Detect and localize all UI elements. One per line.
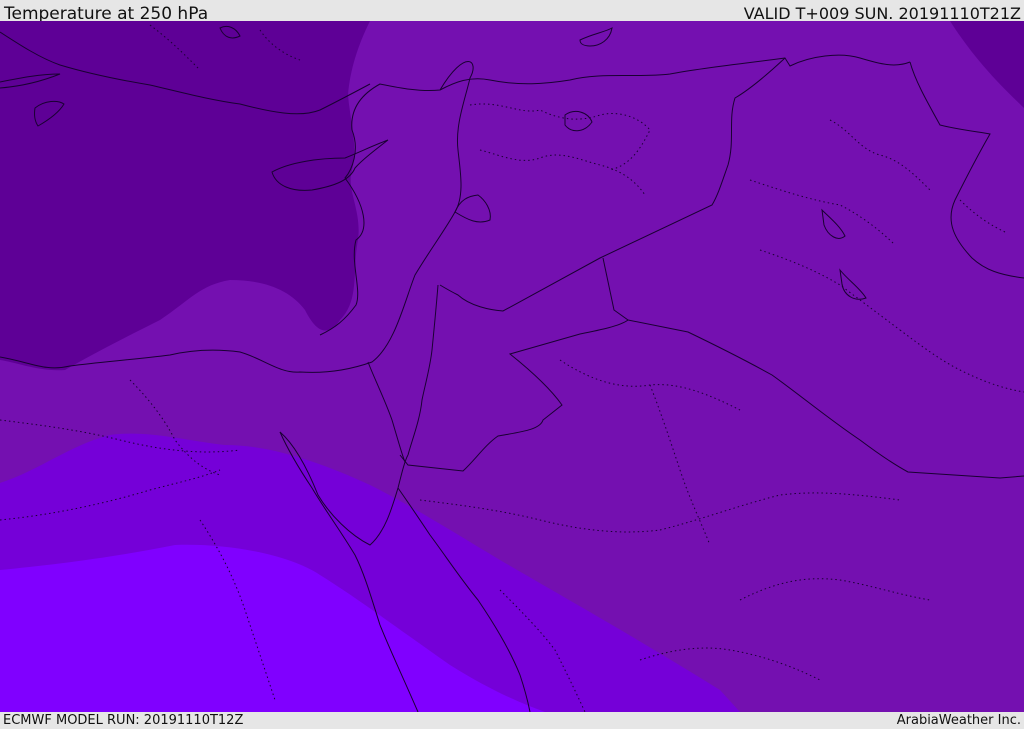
credit-label: ArabiaWeather Inc. bbox=[896, 713, 1021, 728]
model-run-label: ECMWF MODEL RUN: 20191110T12Z bbox=[3, 713, 244, 728]
header-bar: Temperature at 250 hPa VALID T+009 SUN. … bbox=[0, 0, 1024, 24]
footer-bar: ECMWF MODEL RUN: 20191110T12Z ArabiaWeat… bbox=[0, 712, 1024, 729]
weather-map[interactable] bbox=[0, 21, 1024, 712]
